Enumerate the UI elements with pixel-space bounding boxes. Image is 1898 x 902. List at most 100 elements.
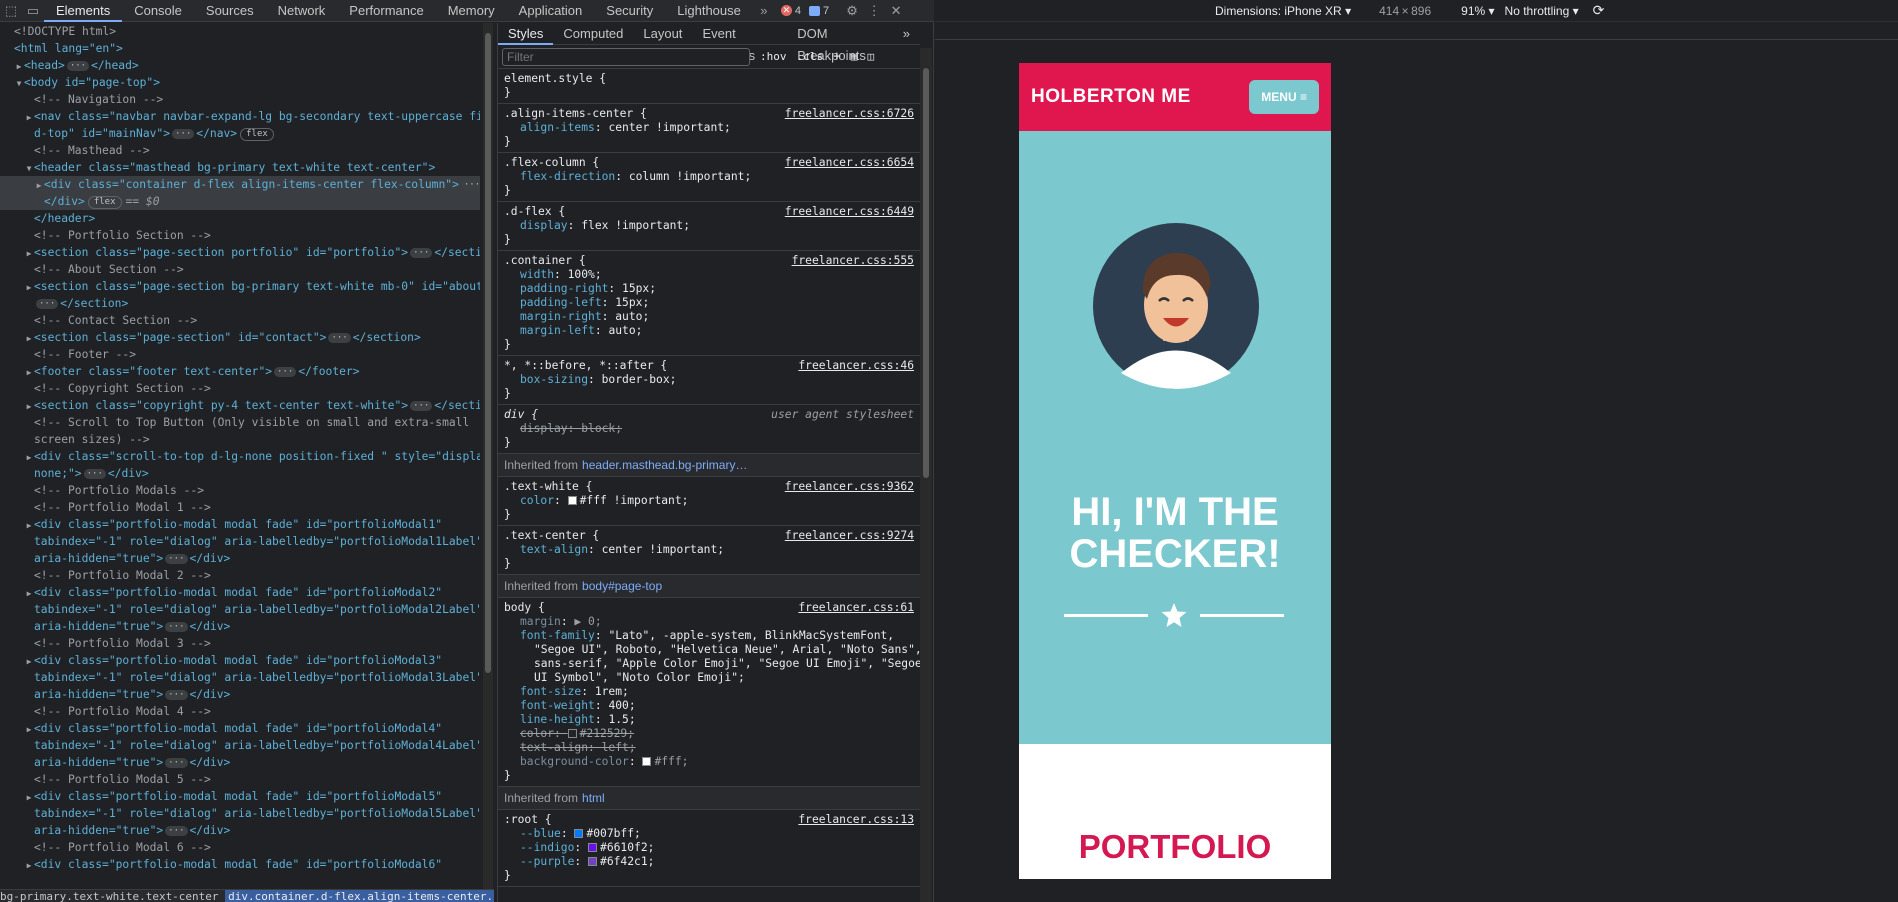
- breadcrumb-item[interactable]: bg-primary.text-white.text-center: [0, 890, 219, 902]
- styles-filter-input[interactable]: [502, 47, 750, 66]
- styles-tab-dom-breakpoints[interactable]: DOM Breakpoints: [787, 23, 893, 63]
- width-field[interactable]: 414: [1379, 4, 1399, 18]
- dom-comment[interactable]: screen sizes) -->: [0, 431, 480, 448]
- expand-arrow-icon[interactable]: ▶: [24, 585, 34, 602]
- kebab-menu-icon[interactable]: ⋮: [863, 0, 885, 22]
- dom-node[interactable]: ▼ <header class="masthead bg-primary text…: [0, 159, 480, 176]
- expand-arrow-icon[interactable]: ▶: [24, 245, 34, 262]
- expand-arrow-icon[interactable]: ▶: [24, 364, 34, 381]
- expand-arrow-icon[interactable]: ▼: [14, 75, 24, 92]
- styles-tab-styles[interactable]: Styles: [498, 23, 554, 45]
- dom-comment[interactable]: <!-- Footer -->: [0, 346, 480, 363]
- dom-comment[interactable]: <!-- Portfolio Section -->: [0, 227, 480, 244]
- tab-memory[interactable]: Memory: [436, 0, 507, 22]
- dom-comment[interactable]: <!-- Portfolio Modal 4 -->: [0, 703, 480, 720]
- color-swatch[interactable]: [642, 757, 652, 766]
- style-declaration[interactable]: --blue: #007bff;: [504, 827, 916, 841]
- inherited-source[interactable]: body#page-top: [582, 579, 662, 593]
- style-declaration[interactable]: background-color: #fff;: [504, 755, 916, 769]
- style-declaration[interactable]: display: block;: [504, 422, 916, 436]
- style-declaration[interactable]: text-align: center !important;: [504, 543, 916, 557]
- expand-arrow-icon[interactable]: ▶: [24, 330, 34, 347]
- color-swatch[interactable]: [574, 829, 584, 838]
- ellipsis-icon[interactable]: ···: [274, 367, 297, 377]
- expand-arrow-icon[interactable]: ▶: [14, 58, 24, 75]
- style-declaration[interactable]: font-weight: 400;: [504, 699, 916, 713]
- tab-security[interactable]: Security: [594, 0, 665, 22]
- ellipsis-icon[interactable]: ···: [83, 469, 106, 479]
- flex-badge[interactable]: flex: [87, 196, 122, 209]
- color-swatch[interactable]: [567, 496, 577, 505]
- elements-tree[interactable]: <!DOCTYPE html> <html lang="en"> ▶ <head> ··…: [0, 23, 480, 889]
- dom-node[interactable]: ▶ <div class="portfolio-modal modal fade"…: [0, 720, 480, 737]
- color-swatch[interactable]: [588, 843, 598, 852]
- dom-node[interactable]: ▶ <section class="page-section portfolio"…: [0, 244, 480, 261]
- dom-comment[interactable]: <!-- Portfolio Modal 2 -->: [0, 567, 480, 584]
- dom-node[interactable]: tabindex="-1" role="dialog" aria-labelle…: [0, 601, 480, 618]
- dom-comment[interactable]: <!-- Portfolio Modal 6 -->: [0, 839, 480, 856]
- dom-node[interactable]: none;"> ··· </div>: [0, 465, 480, 482]
- styles-tab-layout[interactable]: Layout: [633, 23, 692, 45]
- style-declaration[interactable]: flex-direction: column !important;: [504, 170, 916, 184]
- dom-node[interactable]: tabindex="-1" role="dialog" aria-labelle…: [0, 669, 480, 686]
- dom-comment[interactable]: <!-- Copyright Section -->: [0, 380, 480, 397]
- expand-arrow-icon[interactable]: ▶: [24, 517, 34, 534]
- new-rule-icon[interactable]: +: [833, 49, 841, 64]
- style-declaration[interactable]: box-sizing: border-box;: [504, 373, 916, 387]
- style-declaration[interactable]: padding-right: 15px;: [504, 282, 916, 296]
- ellipsis-icon[interactable]: ···: [165, 758, 188, 768]
- dom-comment[interactable]: <!-- Portfolio Modal 5 -->: [0, 771, 480, 788]
- style-declaration[interactable]: line-height: 1.5;: [504, 713, 916, 727]
- dom-node[interactable]: </div> flex == $0: [0, 193, 480, 210]
- settings-gear-icon[interactable]: ⚙: [841, 0, 863, 22]
- tab-sources[interactable]: Sources: [194, 0, 266, 22]
- ellipsis-icon[interactable]: ···: [410, 401, 433, 411]
- more-styles-tabs-icon[interactable]: »: [893, 23, 920, 45]
- dom-node[interactable]: ▶ <head> ··· </head>: [0, 57, 480, 74]
- close-icon[interactable]: ✕: [885, 0, 907, 22]
- ellipsis-icon[interactable]: ···: [165, 690, 188, 700]
- elements-scrollbar[interactable]: [483, 23, 493, 889]
- dom-node[interactable]: ▶ <footer class="footer text-center"> ··· <…: [0, 363, 480, 380]
- expand-arrow-icon[interactable]: ▶: [34, 177, 44, 194]
- ellipsis-icon[interactable]: ···: [460, 180, 480, 190]
- dom-node[interactable]: tabindex="-1" role="dialog" aria-labelle…: [0, 737, 480, 754]
- style-declaration[interactable]: margin-left: auto;: [504, 324, 916, 338]
- expand-arrow-icon[interactable]: ▶: [24, 109, 34, 126]
- throttle-select[interactable]: No throttling ▾: [1505, 4, 1579, 18]
- sidebar-toggle-icon[interactable]: ◫: [867, 50, 874, 63]
- hov-button[interactable]: :hov: [760, 50, 787, 63]
- ellipsis-icon[interactable]: ···: [165, 622, 188, 632]
- style-declaration[interactable]: width: 100%;: [504, 268, 916, 282]
- style-declaration[interactable]: --purple: #6f42c1;: [504, 855, 916, 869]
- rotate-icon[interactable]: ⟳: [1593, 2, 1605, 19]
- styles-tab-event-listeners[interactable]: Event Listeners: [692, 23, 787, 63]
- ellipsis-icon[interactable]: ···: [36, 299, 59, 309]
- dom-node[interactable]: tabindex="-1" role="dialog" aria-labelle…: [0, 533, 480, 550]
- dom-node[interactable]: aria-hidden="true"> ··· </div>: [0, 822, 480, 839]
- ellipsis-icon[interactable]: ···: [410, 248, 433, 258]
- dom-node[interactable]: ▶ <section class="copyright py-4 text-cen…: [0, 397, 480, 414]
- menu-button[interactable]: MENU ≡: [1249, 80, 1319, 114]
- dom-node[interactable]: <html lang="en">: [0, 40, 480, 57]
- expand-arrow-icon[interactable]: ▶: [24, 721, 34, 738]
- style-declaration[interactable]: display: flex !important;: [504, 219, 916, 233]
- dom-node[interactable]: ▶ <section class="page-section" id="conta…: [0, 329, 480, 346]
- styles-scrollbar[interactable]: [920, 48, 932, 902]
- more-tabs-icon[interactable]: »: [753, 0, 775, 22]
- style-declaration[interactable]: --indigo: #6610f2;: [504, 841, 916, 855]
- style-declaration[interactable]: font-size: 1rem;: [504, 685, 916, 699]
- color-swatch[interactable]: [588, 857, 598, 866]
- expand-arrow-icon[interactable]: ▶: [24, 398, 34, 415]
- tab-performance[interactable]: Performance: [337, 0, 435, 22]
- style-declaration[interactable]: UI Symbol", "Noto Color Emoji";: [504, 671, 916, 685]
- dom-comment[interactable]: <!-- About Section -->: [0, 261, 480, 278]
- breadcrumb-item-selected[interactable]: div.container.d-flex.align-items-center.…: [225, 890, 494, 902]
- dom-node[interactable]: ▶ <div class="scroll-to-top d-lg-none pos…: [0, 448, 480, 465]
- ellipsis-icon[interactable]: ···: [172, 129, 195, 139]
- expand-arrow-icon[interactable]: ▼: [24, 160, 34, 177]
- dom-node[interactable]: ▼ <body id="page-top">: [0, 74, 480, 91]
- dom-node[interactable]: aria-hidden="true"> ··· </div>: [0, 686, 480, 703]
- expand-arrow-icon[interactable]: ▶: [24, 653, 34, 670]
- expand-arrow-icon[interactable]: ▶: [24, 449, 34, 466]
